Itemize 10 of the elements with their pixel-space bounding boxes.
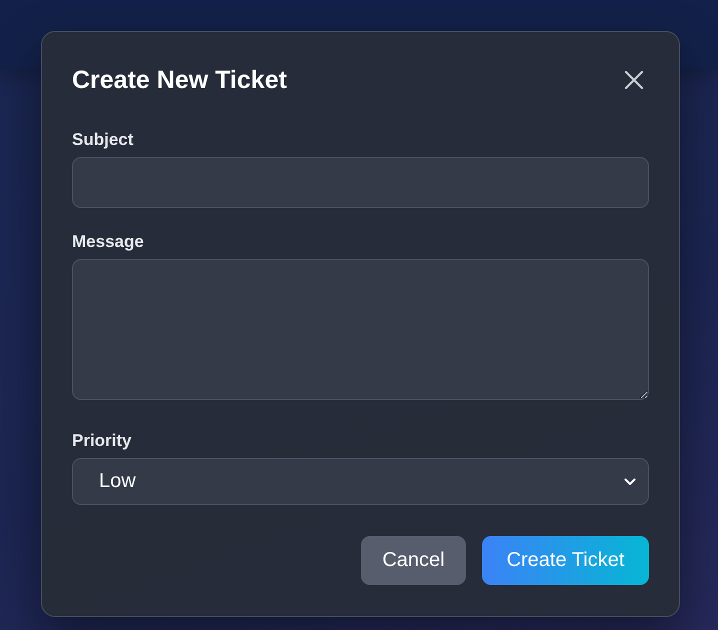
priority-select[interactable]: Low: [72, 458, 649, 505]
cancel-button[interactable]: Cancel: [361, 536, 466, 585]
field-label: Message: [72, 232, 144, 252]
message-textarea[interactable]: [72, 259, 649, 400]
chevron-down-icon: [624, 478, 636, 486]
close-icon[interactable]: [623, 69, 645, 91]
dialog-title: Create New Ticket: [72, 66, 287, 94]
field-label: Priority: [72, 431, 132, 451]
subject-input[interactable]: [72, 157, 649, 208]
field-label: Subject: [72, 130, 134, 150]
